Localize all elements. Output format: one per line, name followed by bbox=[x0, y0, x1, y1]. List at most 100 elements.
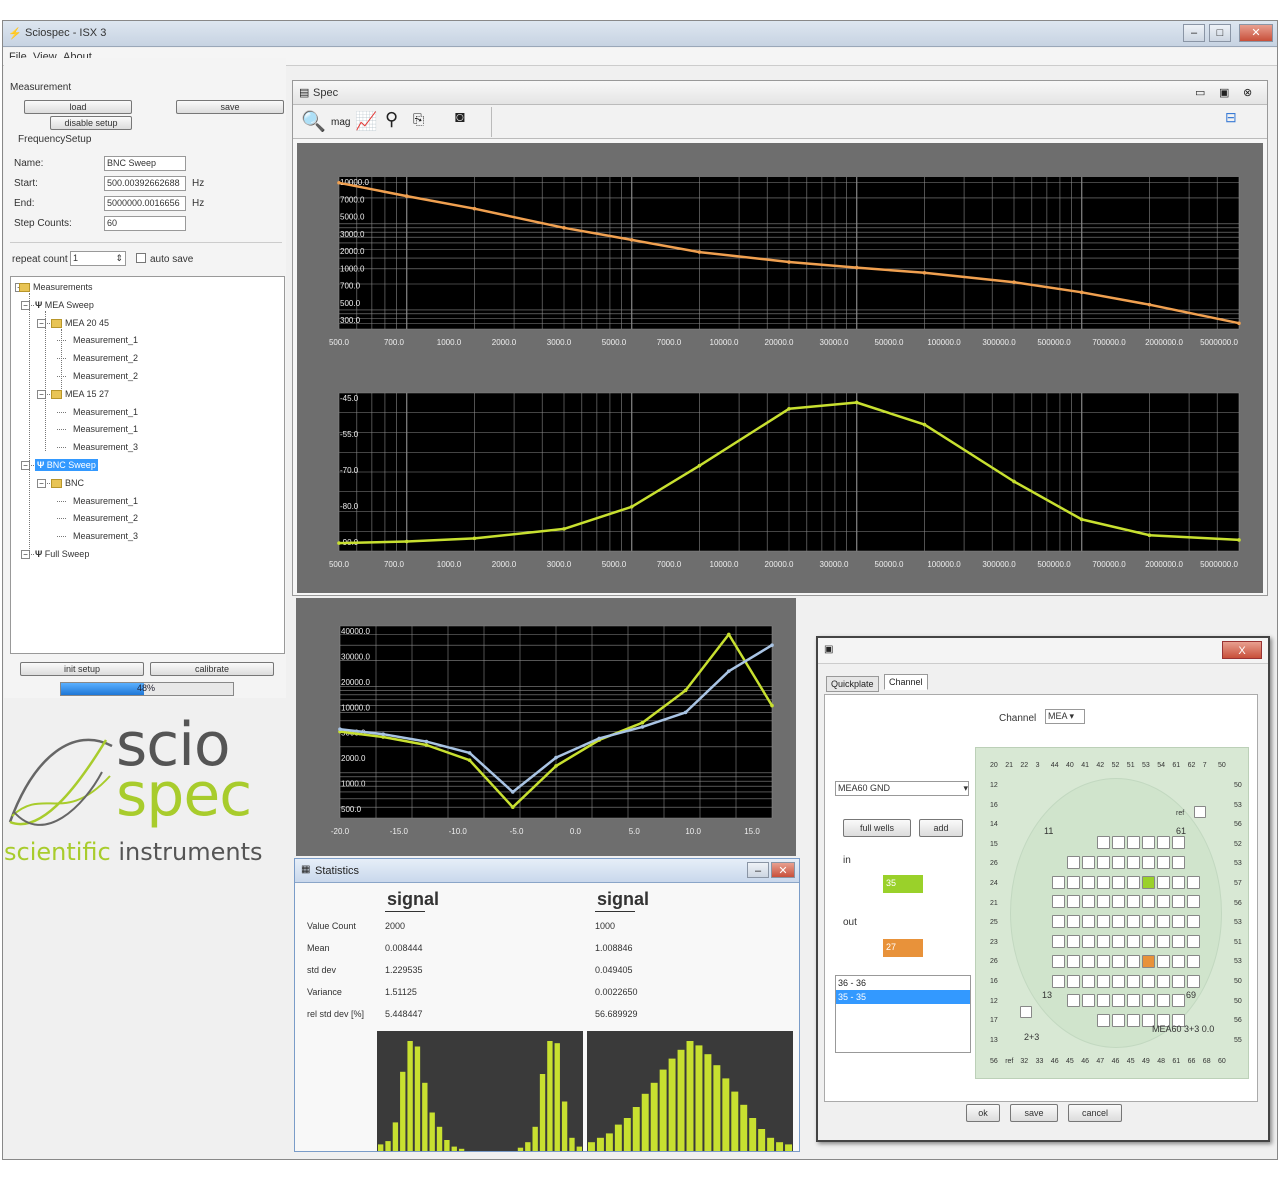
electrode-well[interactable] bbox=[1142, 935, 1155, 948]
tree-node[interactable]: Measurement_2 bbox=[73, 352, 138, 364]
electrode-well[interactable] bbox=[1097, 954, 1110, 968]
calibrate-button[interactable]: calibrate bbox=[150, 662, 274, 676]
electrode-well[interactable] bbox=[1157, 954, 1170, 968]
electrode-well[interactable] bbox=[1127, 875, 1140, 889]
electrode-well[interactable] bbox=[1082, 935, 1095, 948]
electrode-well[interactable] bbox=[1172, 895, 1185, 909]
electrode-well[interactable] bbox=[1082, 974, 1095, 988]
electrode-well[interactable] bbox=[1157, 875, 1170, 889]
tree-node[interactable]: MEA 15 27 bbox=[51, 388, 109, 400]
in-value[interactable]: 35 bbox=[883, 875, 923, 893]
electrode-well[interactable] bbox=[1112, 836, 1125, 849]
electrode-well[interactable] bbox=[1097, 855, 1110, 869]
electrode-well[interactable] bbox=[1172, 994, 1185, 1008]
electrode-well[interactable] bbox=[1112, 935, 1125, 948]
electrode-well[interactable] bbox=[1172, 935, 1185, 948]
tree-node[interactable]: Measurement_1 bbox=[73, 495, 138, 507]
tree-node[interactable]: Measurement_3 bbox=[73, 530, 138, 542]
step-counts-field[interactable]: 60 bbox=[104, 216, 186, 231]
electrode-well[interactable] bbox=[1052, 875, 1065, 889]
electrode-well[interactable] bbox=[1097, 915, 1110, 929]
minimize-button[interactable]: – bbox=[1183, 24, 1205, 42]
cancel-button[interactable]: cancel bbox=[1068, 1104, 1122, 1122]
phase-plot[interactable]: 500.0 700.0 1000.0 2000.0 3000.0 5000.0 7000.0… bbox=[297, 363, 1263, 591]
electrode-well[interactable] bbox=[1187, 915, 1200, 929]
electrode-well[interactable] bbox=[1097, 875, 1110, 889]
tree-node[interactable]: Measurement_2 bbox=[73, 370, 138, 382]
electrode-well[interactable] bbox=[1142, 855, 1155, 869]
stats-minimize-button[interactable]: – bbox=[747, 862, 769, 878]
electrode-well[interactable] bbox=[1127, 1014, 1140, 1028]
electrode-well[interactable] bbox=[1082, 994, 1095, 1008]
camera-icon[interactable]: ◙ bbox=[455, 109, 465, 127]
electrode-well[interactable] bbox=[1067, 855, 1080, 869]
electrode-well[interactable] bbox=[1052, 915, 1065, 929]
electrode-well[interactable] bbox=[1127, 895, 1140, 909]
list-item-selected[interactable]: 35 - 35 bbox=[836, 990, 970, 1004]
electrode-well[interactable] bbox=[1187, 895, 1200, 909]
electrode-well[interactable] bbox=[1172, 855, 1185, 869]
electrode-well[interactable] bbox=[1067, 895, 1080, 909]
electrode-well[interactable] bbox=[1067, 935, 1080, 948]
electrode-well[interactable] bbox=[1082, 954, 1095, 968]
repeat-count-spinner[interactable]: 1 ⇕ bbox=[70, 251, 126, 266]
electrode-well[interactable] bbox=[1112, 895, 1125, 909]
electrode-well[interactable] bbox=[1112, 1014, 1125, 1028]
magnitude-plot[interactable]: 500.0 700.0 1000.0 2000.0 3000.0 5000.0 7000.0… bbox=[297, 143, 1263, 363]
electrode-well[interactable] bbox=[1187, 935, 1200, 948]
electrode-well[interactable] bbox=[1082, 875, 1095, 889]
end-field[interactable]: 5000000.0016656 bbox=[104, 196, 186, 211]
auto-save-checkbox[interactable] bbox=[136, 253, 146, 263]
electrode-well[interactable] bbox=[1112, 915, 1125, 929]
electrode-well[interactable] bbox=[1127, 954, 1140, 968]
electrode-well[interactable] bbox=[1067, 994, 1080, 1008]
ref-electrode[interactable] bbox=[1020, 1006, 1032, 1018]
spinner-arrows-icon[interactable]: ⇕ bbox=[115, 252, 125, 265]
electrode-well[interactable] bbox=[1097, 836, 1110, 849]
electrode-well[interactable] bbox=[1157, 935, 1170, 948]
electrode-well[interactable] bbox=[1052, 935, 1065, 948]
tab-channel[interactable]: Channel bbox=[884, 674, 928, 690]
electrode-well[interactable] bbox=[1112, 875, 1125, 889]
maximize-button[interactable]: □ bbox=[1209, 24, 1231, 42]
export-icon[interactable]: ⎘ bbox=[413, 111, 424, 128]
electrode-well[interactable] bbox=[1172, 954, 1185, 968]
ok-button[interactable]: ok bbox=[966, 1104, 1000, 1122]
close-button[interactable]: ✕ bbox=[1239, 24, 1273, 42]
electrode-well[interactable] bbox=[1142, 994, 1155, 1008]
tree-node[interactable]: Measurement_1 bbox=[73, 334, 138, 346]
out-value[interactable]: 27 bbox=[883, 939, 923, 957]
electrode-well[interactable] bbox=[1112, 974, 1125, 988]
tree-node[interactable]: Measurement_1 bbox=[73, 406, 138, 418]
electrode-well[interactable] bbox=[1052, 895, 1065, 909]
tree-node[interactable]: Measurement_3 bbox=[73, 441, 138, 453]
electrode-well[interactable] bbox=[1157, 994, 1170, 1008]
save-button[interactable]: save bbox=[176, 100, 284, 114]
electrode-well[interactable] bbox=[1067, 875, 1080, 889]
electrode-well[interactable] bbox=[1142, 875, 1155, 889]
electrode-well[interactable] bbox=[1097, 1014, 1110, 1028]
electrode-well[interactable] bbox=[1172, 875, 1185, 889]
name-field[interactable]: BNC Sweep bbox=[104, 156, 186, 171]
channel-select[interactable]: MEA ▾ bbox=[1045, 709, 1085, 724]
mag-label[interactable]: mag bbox=[331, 117, 350, 128]
dialog-close-button[interactable]: X bbox=[1222, 641, 1262, 659]
electrode-well[interactable] bbox=[1082, 915, 1095, 929]
electrode-well[interactable] bbox=[1127, 915, 1140, 929]
electrode-well[interactable] bbox=[1172, 915, 1185, 929]
electrode-well[interactable] bbox=[1127, 974, 1140, 988]
electrode-well[interactable] bbox=[1172, 836, 1185, 849]
init-setup-button[interactable]: init setup bbox=[20, 662, 144, 676]
spec-close-icon[interactable]: ⊗ bbox=[1243, 86, 1252, 99]
start-field[interactable]: 500.00392662688 bbox=[104, 176, 186, 191]
electrode-well[interactable] bbox=[1157, 974, 1170, 988]
electrode-well[interactable] bbox=[1157, 895, 1170, 909]
electrode-well[interactable] bbox=[1097, 974, 1110, 988]
tree-node[interactable]: Ψ BNC Sweep bbox=[35, 459, 98, 471]
mea-plate[interactable]: 20 21 22 3 44 40 41 42 52 51 53 54 61 62 7 50 56 ref 32 33 4… bbox=[975, 747, 1249, 1079]
electrode-well[interactable] bbox=[1142, 915, 1155, 929]
electrode-well[interactable] bbox=[1127, 855, 1140, 869]
electrode-well[interactable] bbox=[1187, 954, 1200, 968]
electrode-well[interactable] bbox=[1097, 935, 1110, 948]
electrode-well[interactable] bbox=[1067, 954, 1080, 968]
